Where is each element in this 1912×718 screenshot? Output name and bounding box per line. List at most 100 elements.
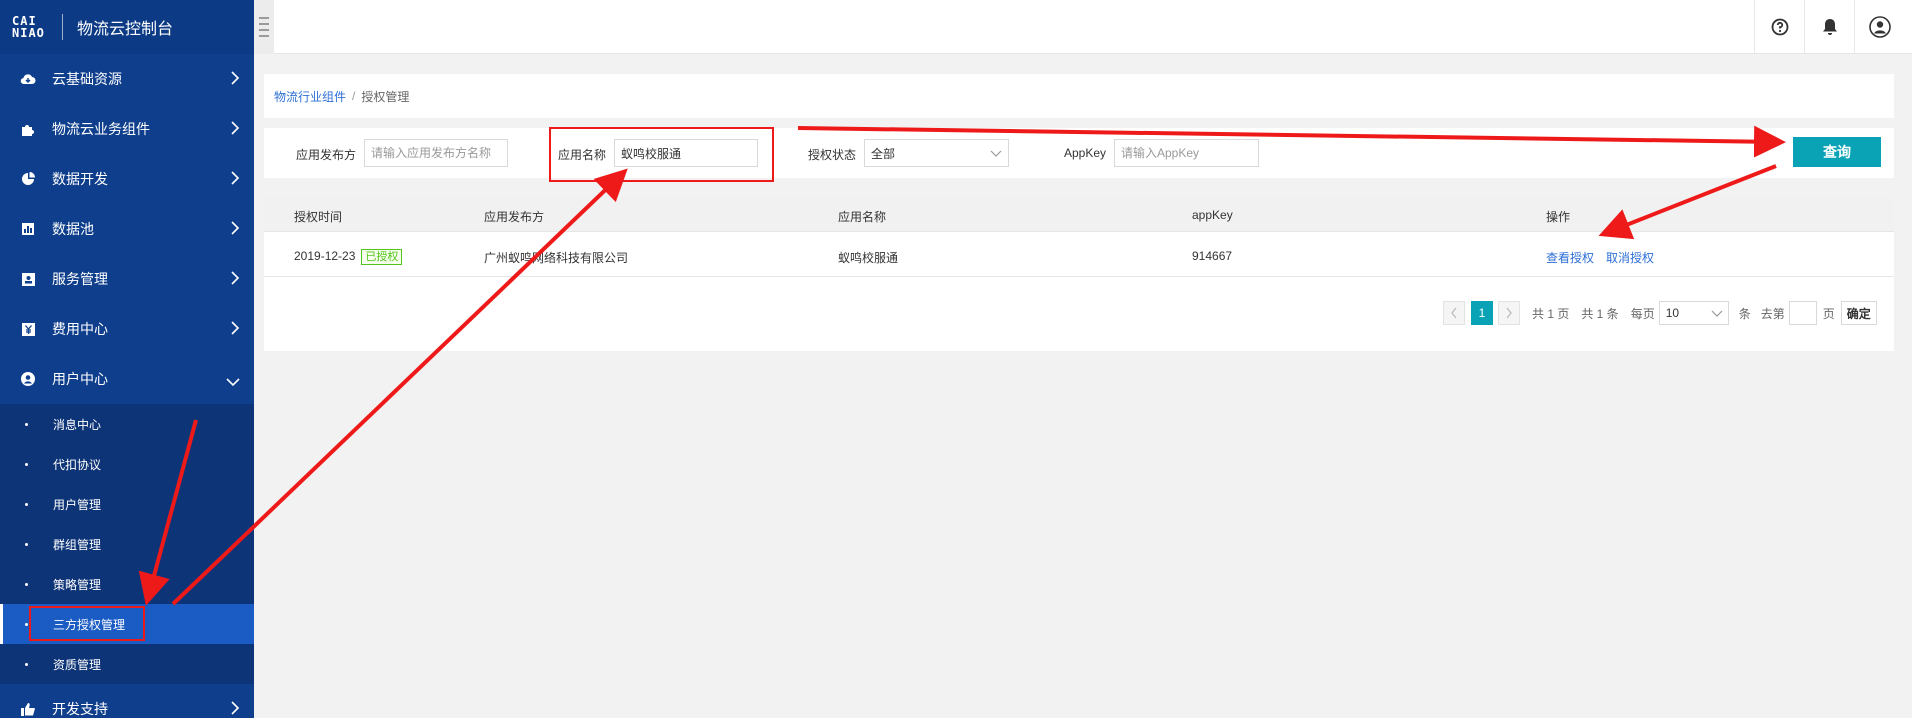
- cloud-icon: [20, 71, 36, 87]
- sidebar-subitem-group-management[interactable]: 群组管理: [0, 524, 254, 564]
- sidebar: CAI NIAO 物流云控制台 云基础资源 物流云业务组件 数据开发 数据池 服…: [0, 0, 254, 718]
- sidebar-subitem-policy-management[interactable]: 策略管理: [0, 564, 254, 604]
- prev-page-icon[interactable]: [1443, 301, 1465, 325]
- actions-cell: 查看授权 取消授权: [1546, 249, 1666, 266]
- chevron-right-icon: [230, 121, 240, 138]
- next-page-icon[interactable]: [1498, 301, 1520, 325]
- sidebar-item-logistics-components[interactable]: 物流云业务组件: [0, 104, 254, 154]
- sidebar-item-data-pool[interactable]: 数据池: [0, 204, 254, 254]
- app-name-label: 应用名称: [558, 148, 607, 162]
- appkey-cell: 914667: [1192, 249, 1233, 263]
- bullet-icon: [25, 583, 28, 586]
- publisher-input[interactable]: [364, 139, 508, 167]
- publisher-label: 应用发布方: [296, 148, 357, 162]
- column-header-actions: 操作: [1546, 210, 1571, 224]
- breadcrumb-current: 授权管理: [361, 89, 410, 104]
- sidebar-item-dev-support[interactable]: 开发支持: [0, 684, 254, 718]
- chevron-down-icon: [226, 374, 240, 390]
- sidebar-item-label: 费用中心: [52, 321, 108, 337]
- auth-status-value: 全部: [871, 146, 896, 161]
- sidebar-subitem-label: 消息中心: [53, 417, 102, 432]
- bullet-icon: [25, 623, 28, 626]
- sidebar-item-label: 数据池: [52, 221, 94, 237]
- view-auth-link[interactable]: 查看授权: [1546, 251, 1594, 265]
- sidebar-item-label: 数据开发: [52, 171, 108, 187]
- chevron-right-icon: [230, 701, 240, 718]
- logo-bar: CAI NIAO 物流云控制台: [0, 0, 254, 54]
- sidebar-subitem-label: 群组管理: [53, 537, 102, 552]
- pagination: 1 共 1 页 共 1 条 每页 10 条 去第 页 确定: [1443, 301, 1879, 325]
- filter-bar: 应用发布方 应用名称 授权状态 全部 AppKey 查询: [264, 128, 1894, 178]
- page-number-current[interactable]: 1: [1471, 301, 1493, 325]
- sidebar-item-label: 物流云业务组件: [52, 121, 150, 137]
- appkey-input[interactable]: [1114, 139, 1259, 167]
- auth-time: 2019-12-23: [294, 249, 356, 264]
- column-header-app-name: 应用名称: [838, 210, 887, 224]
- chevron-right-icon: [230, 221, 240, 238]
- bullet-icon: [25, 423, 28, 426]
- chevron-right-icon: [230, 271, 240, 288]
- breadcrumb: 物流行业组件 / 授权管理: [264, 74, 1894, 118]
- user-center-submenu: 消息中心 代扣协议 用户管理 群组管理 策略管理 三方授权管理 资质管理: [0, 404, 254, 684]
- goto-confirm-button[interactable]: 确定: [1840, 301, 1877, 325]
- auth-status-label: 授权状态: [808, 148, 857, 162]
- per-page-select[interactable]: 10: [1658, 301, 1729, 325]
- cancel-auth-link[interactable]: 取消授权: [1606, 251, 1654, 265]
- auth-status-select[interactable]: 全部: [864, 139, 1009, 167]
- sidebar-subitem-user-management[interactable]: 用户管理: [0, 484, 254, 524]
- chevron-right-icon: [230, 321, 240, 338]
- breadcrumb-parent-link[interactable]: 物流行业组件: [274, 88, 346, 105]
- sidebar-subitem-label: 代扣协议: [53, 457, 102, 472]
- bell-icon[interactable]: [1804, 0, 1854, 54]
- sidebar-item-label: 云基础资源: [52, 71, 122, 87]
- per-page-value: 10: [1665, 306, 1680, 320]
- status-badge: 已授权: [361, 249, 403, 265]
- bar-chart-icon: [20, 221, 36, 237]
- goto-label: 去第: [1760, 306, 1785, 321]
- chevron-down-icon: [1711, 308, 1723, 322]
- sidebar-item-label: 服务管理: [52, 271, 108, 287]
- chevron-right-icon: [230, 171, 240, 188]
- bullet-icon: [25, 543, 28, 546]
- logo-divider: [62, 14, 63, 40]
- app-name-cell: 蚁鸣校服通: [838, 251, 899, 265]
- app-name-input[interactable]: [614, 139, 758, 167]
- sidebar-subitem-withholding[interactable]: 代扣协议: [0, 444, 254, 484]
- publisher-cell: 广州蚁鸣网络科技有限公司: [484, 251, 629, 265]
- sidebar-toggle-icon[interactable]: [254, 0, 274, 54]
- goto-unit: 页: [1822, 306, 1835, 321]
- help-icon[interactable]: [1754, 0, 1804, 54]
- sidebar-subitem-label: 三方授权管理: [53, 617, 126, 632]
- user-circle-icon: [20, 371, 36, 387]
- id-card-icon: [20, 271, 36, 287]
- cainiao-logo[interactable]: CAI NIAO: [12, 15, 50, 39]
- sidebar-item-billing-center[interactable]: 费用中心: [0, 304, 254, 354]
- sidebar-item-service-management[interactable]: 服务管理: [0, 254, 254, 304]
- yen-icon: [20, 321, 36, 337]
- user-avatar-icon[interactable]: [1854, 0, 1904, 54]
- pie-chart-icon: [20, 171, 36, 187]
- column-header-time: 授权时间: [294, 210, 343, 224]
- goto-page-input[interactable]: [1788, 301, 1817, 325]
- sidebar-item-data-dev[interactable]: 数据开发: [0, 154, 254, 204]
- total-items-text: 共 1 条: [1581, 306, 1619, 321]
- sidebar-subitem-qualification[interactable]: 资质管理: [0, 644, 254, 684]
- sidebar-item-cloud-resources[interactable]: 云基础资源: [0, 54, 254, 104]
- thumbs-up-icon: [20, 701, 36, 717]
- sidebar-item-label: 开发支持: [52, 701, 108, 717]
- auth-time-cell: 2019-12-23 已授权: [294, 249, 403, 265]
- table-row: 2019-12-23 已授权 广州蚁鸣网络科技有限公司 蚁鸣校服通 914667 …: [264, 232, 1894, 277]
- bullet-icon: [25, 463, 28, 466]
- puzzle-icon: [20, 121, 36, 137]
- sidebar-subitem-messages[interactable]: 消息中心: [0, 404, 254, 444]
- per-page-label: 每页: [1630, 306, 1655, 321]
- auth-table: 授权时间 应用发布方 应用名称 appKey 操作 2019-12-23 已授权 …: [264, 196, 1894, 351]
- column-header-appkey: appKey: [1192, 208, 1233, 222]
- bullet-icon: [25, 503, 28, 506]
- sidebar-subitem-third-party-auth[interactable]: 三方授权管理: [0, 604, 254, 644]
- per-page-unit: 条: [1738, 306, 1751, 321]
- query-button[interactable]: 查询: [1793, 137, 1881, 167]
- sidebar-item-user-center[interactable]: 用户中心: [0, 354, 254, 404]
- console-title: 物流云控制台: [77, 21, 174, 38]
- bullet-icon: [25, 663, 28, 666]
